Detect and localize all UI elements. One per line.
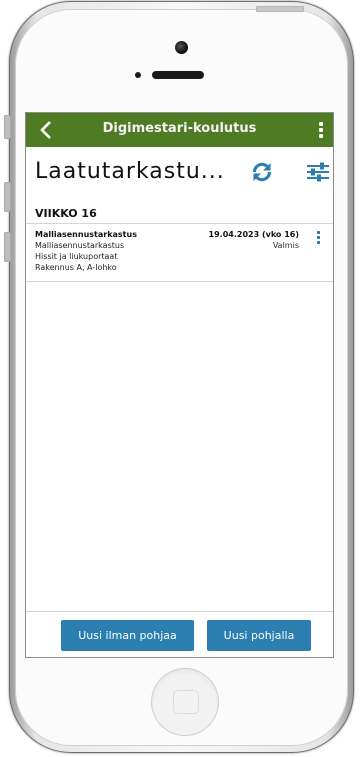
kebab-menu-icon [319,122,323,126]
new-from-template-button[interactable]: Uusi pohjalla [207,620,311,651]
page-title: Laatutarkastu... [35,159,225,184]
item-category: Hissit ja liukuportaat [35,252,118,261]
item-status: Valmis [272,241,299,250]
app-bar: Digimestari-koulutus [26,113,333,147]
earpiece-speaker [152,71,204,79]
item-date: 19.04.2023 (vko 16) [208,230,299,239]
kebab-menu-icon [316,231,320,234]
filter-sliders-icon [307,162,329,182]
refresh-button[interactable] [250,160,274,184]
volume-up-button [4,182,11,212]
app-screen: Digimestari-koulutus Laatutarkastu... VI… [25,112,334,658]
app-title: Digimestari-koulutus [102,121,257,136]
overflow-menu-button[interactable] [318,122,324,138]
home-button[interactable] [151,668,219,736]
refresh-icon [252,162,272,182]
item-menu-button[interactable] [315,231,321,245]
front-camera [175,41,188,54]
item-location: Rakennus A, A-lohko [35,263,117,272]
item-divider [26,281,333,282]
filter-button[interactable] [307,162,329,182]
inspection-list-item[interactable]: Malliasennustarkastus Malliasennustarkas… [26,224,333,282]
power-button [256,6,304,12]
new-without-template-button[interactable]: Uusi ilman pohjaa [61,620,194,651]
week-section-header: VIIKKO 16 [35,207,97,220]
bottom-action-bar: Uusi ilman pohjaa Uusi pohjalla [26,611,333,657]
item-subtitle: Malliasennustarkastus [35,241,125,250]
home-button-square [173,690,199,714]
mute-switch [4,115,11,139]
proximity-sensor [135,72,141,78]
volume-down-button [4,232,11,262]
item-title: Malliasennustarkastus [35,230,137,239]
